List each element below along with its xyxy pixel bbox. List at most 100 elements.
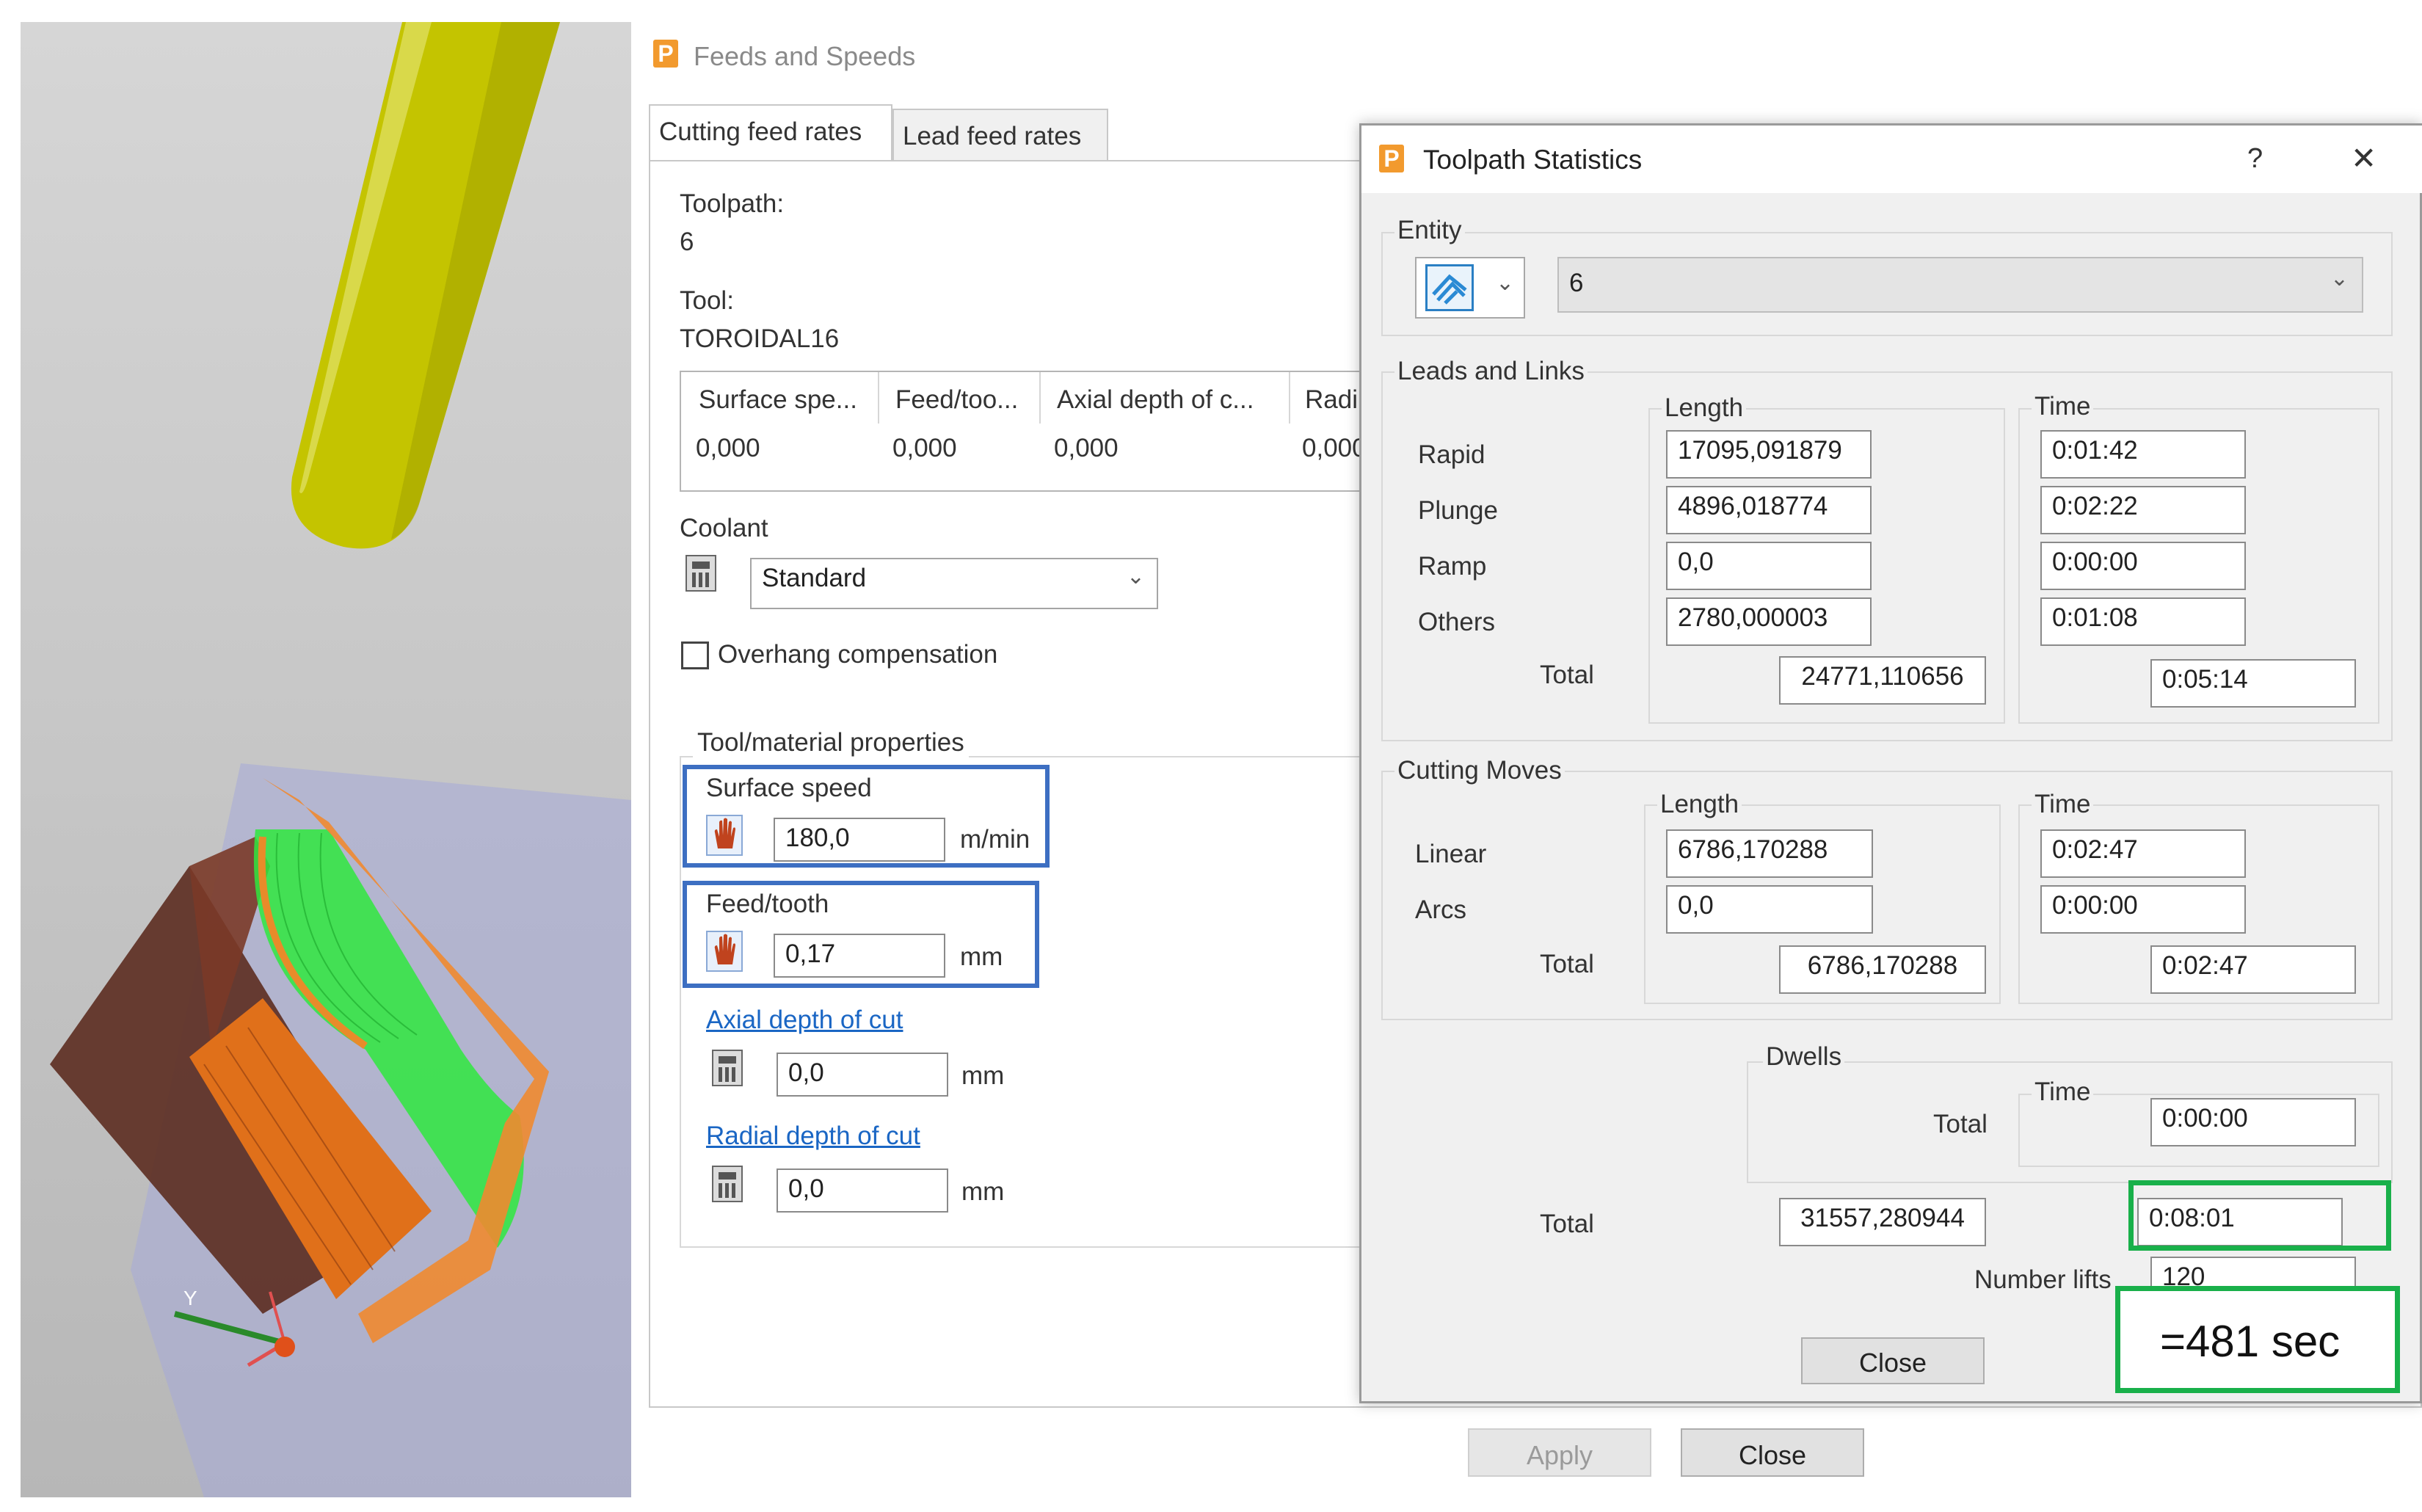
- app-logo-icon: P: [653, 40, 678, 68]
- radial-depth-unit: mm: [961, 1177, 1005, 1206]
- rapid-length-field: 17095,091879: [1666, 430, 1872, 479]
- entity-label: Entity: [1394, 216, 1465, 245]
- linear-length-field: 6786,170288: [1666, 829, 1873, 878]
- leads-total-time-field: 0:05:14: [2150, 659, 2356, 708]
- grand-total-length-field: 31557,280944: [1779, 1198, 1986, 1246]
- coolant-selected-value: Standard: [762, 564, 867, 592]
- dwells-total-label: Total: [1933, 1110, 1988, 1138]
- chevron-down-icon: ⌄: [1496, 271, 1515, 295]
- table-header-radial-depth[interactable]: Radi: [1305, 385, 1358, 415]
- toolpath-label: Toolpath:: [680, 189, 785, 218]
- coolant-label: Coolant: [680, 514, 768, 542]
- surface-speed-label: Surface speed: [706, 774, 872, 802]
- table-cell: 0,000: [696, 434, 760, 462]
- apply-button[interactable]: Apply: [1468, 1428, 1651, 1477]
- entity-select[interactable]: 6 ⌄: [1557, 257, 2363, 313]
- tool-material-properties-label: Tool/material properties: [693, 728, 969, 757]
- seconds-annotation: =481 sec: [2115, 1286, 2400, 1393]
- coolant-calculator-icon[interactable]: [685, 555, 716, 592]
- plunge-time-field: 0:02:22: [2040, 486, 2246, 534]
- row-label-ramp: Ramp: [1418, 552, 1487, 581]
- feed-tooth-unit: mm: [960, 942, 1003, 971]
- viewport-scene: Y: [50, 22, 631, 1497]
- cutting-time-header: Time: [2032, 790, 2094, 819]
- tab-lead-feed-rates[interactable]: Lead feed rates: [892, 109, 1108, 160]
- stats-close-button[interactable]: Close: [1801, 1337, 1985, 1384]
- feed-tooth-label: Feed/tooth: [706, 890, 829, 918]
- chevron-down-icon: ⌄: [2330, 266, 2349, 291]
- axis-label-y: Y: [183, 1287, 197, 1309]
- tool-label: Tool:: [680, 286, 734, 315]
- app-logo-icon: P: [1379, 145, 1404, 172]
- entity-selected-value: 6: [1569, 269, 1584, 297]
- hand-override-icon[interactable]: [706, 931, 743, 972]
- overhang-checkbox[interactable]: [681, 641, 709, 669]
- row-label-plunge: Plunge: [1418, 496, 1498, 525]
- cutting-total-time-field: 0:02:47: [2150, 945, 2356, 994]
- leads-length-header: Length: [1662, 393, 1747, 423]
- hand-override-icon[interactable]: [706, 815, 743, 856]
- row-label-rapid: Rapid: [1418, 440, 1485, 469]
- row-label-others: Others: [1418, 608, 1496, 636]
- tab-cutting-feed-rates[interactable]: Cutting feed rates: [649, 104, 892, 161]
- rapid-time-field: 0:01:42: [2040, 430, 2246, 479]
- table-cell: 0,000: [892, 434, 957, 462]
- seconds-annotation-text: =481 sec: [2160, 1317, 2341, 1366]
- overhang-label: Overhang compensation: [718, 640, 998, 669]
- dwells-time-header: Time: [2032, 1077, 2094, 1107]
- surface-speed-unit: m/min: [960, 825, 1030, 854]
- surface-speed-input[interactable]: 180,0: [774, 818, 945, 862]
- others-length-field: 2780,000003: [1666, 597, 1872, 646]
- help-icon[interactable]: ?: [2247, 143, 2263, 175]
- ramp-time-field: 0:00:00: [2040, 542, 2246, 590]
- linear-time-field: 0:02:47: [2040, 829, 2246, 878]
- cutting-tool: [291, 22, 560, 549]
- number-lifts-label: Number lifts: [1974, 1265, 2112, 1294]
- grand-total-time-highlight: [2128, 1180, 2391, 1251]
- dwells-label: Dwells: [1763, 1042, 1845, 1072]
- feeds-dialog-title: Feeds and Speeds: [694, 41, 916, 71]
- table-header-feed-tooth[interactable]: Feed/too...: [895, 385, 1018, 415]
- toolpath-icon: [1425, 264, 1474, 311]
- feed-tooth-input[interactable]: 0,17: [774, 934, 945, 978]
- dwells-total-time-field: 0:00:00: [2150, 1098, 2356, 1146]
- entity-type-picker[interactable]: ⌄: [1415, 257, 1525, 319]
- radial-depth-input[interactable]: 0,0: [777, 1168, 948, 1213]
- row-label-arcs: Arcs: [1415, 895, 1466, 924]
- tool-value: TOROIDAL16: [680, 324, 840, 353]
- 3d-viewport[interactable]: Y: [21, 22, 631, 1497]
- axial-calculator-icon[interactable]: [712, 1050, 743, 1086]
- radial-calculator-icon[interactable]: [712, 1166, 743, 1202]
- table-header-axial-depth[interactable]: Axial depth of c...: [1057, 385, 1254, 415]
- cutting-moves-label: Cutting Moves: [1394, 756, 1565, 785]
- arcs-time-field: 0:00:00: [2040, 885, 2246, 934]
- cutting-length-header: Length: [1657, 790, 1742, 819]
- stats-dialog-title: Toolpath Statistics: [1423, 145, 1643, 175]
- arcs-length-field: 0,0: [1666, 885, 1873, 934]
- table-header-surface-speed[interactable]: Surface spe...: [699, 385, 857, 415]
- axial-depth-link[interactable]: Axial depth of cut: [706, 1006, 903, 1035]
- tab-label: Lead feed rates: [903, 122, 1082, 150]
- grand-total-label: Total: [1540, 1210, 1594, 1238]
- coolant-select[interactable]: Standard ⌄: [750, 558, 1158, 609]
- leads-total-label: Total: [1540, 661, 1594, 689]
- others-time-field: 0:01:08: [2040, 597, 2246, 646]
- feeds-close-button[interactable]: Close: [1681, 1428, 1864, 1477]
- tab-label: Cutting feed rates: [659, 117, 862, 146]
- stats-dialog-titlebar: P Toolpath Statistics ? ✕: [1361, 126, 2422, 193]
- leads-links-label: Leads and Links: [1394, 357, 1588, 386]
- row-label-linear: Linear: [1415, 840, 1487, 868]
- plunge-length-field: 4896,018774: [1666, 486, 1872, 534]
- table-cell: 0,000: [1054, 434, 1119, 462]
- axial-depth-unit: mm: [961, 1061, 1005, 1090]
- radial-depth-link[interactable]: Radial depth of cut: [706, 1122, 920, 1151]
- chevron-down-icon: ⌄: [1126, 564, 1145, 589]
- cutting-total-length-field: 6786,170288: [1779, 945, 1986, 994]
- table-cell: 0,000: [1302, 434, 1367, 462]
- toolpath-value: 6: [680, 228, 694, 256]
- feeds-summary-table: Surface spe... Feed/too... Axial depth o…: [680, 371, 1384, 492]
- ramp-length-field: 0,0: [1666, 542, 1872, 590]
- leads-time-header: Time: [2032, 392, 2094, 421]
- axial-depth-input[interactable]: 0,0: [777, 1053, 948, 1097]
- close-icon[interactable]: ✕: [2351, 140, 2376, 176]
